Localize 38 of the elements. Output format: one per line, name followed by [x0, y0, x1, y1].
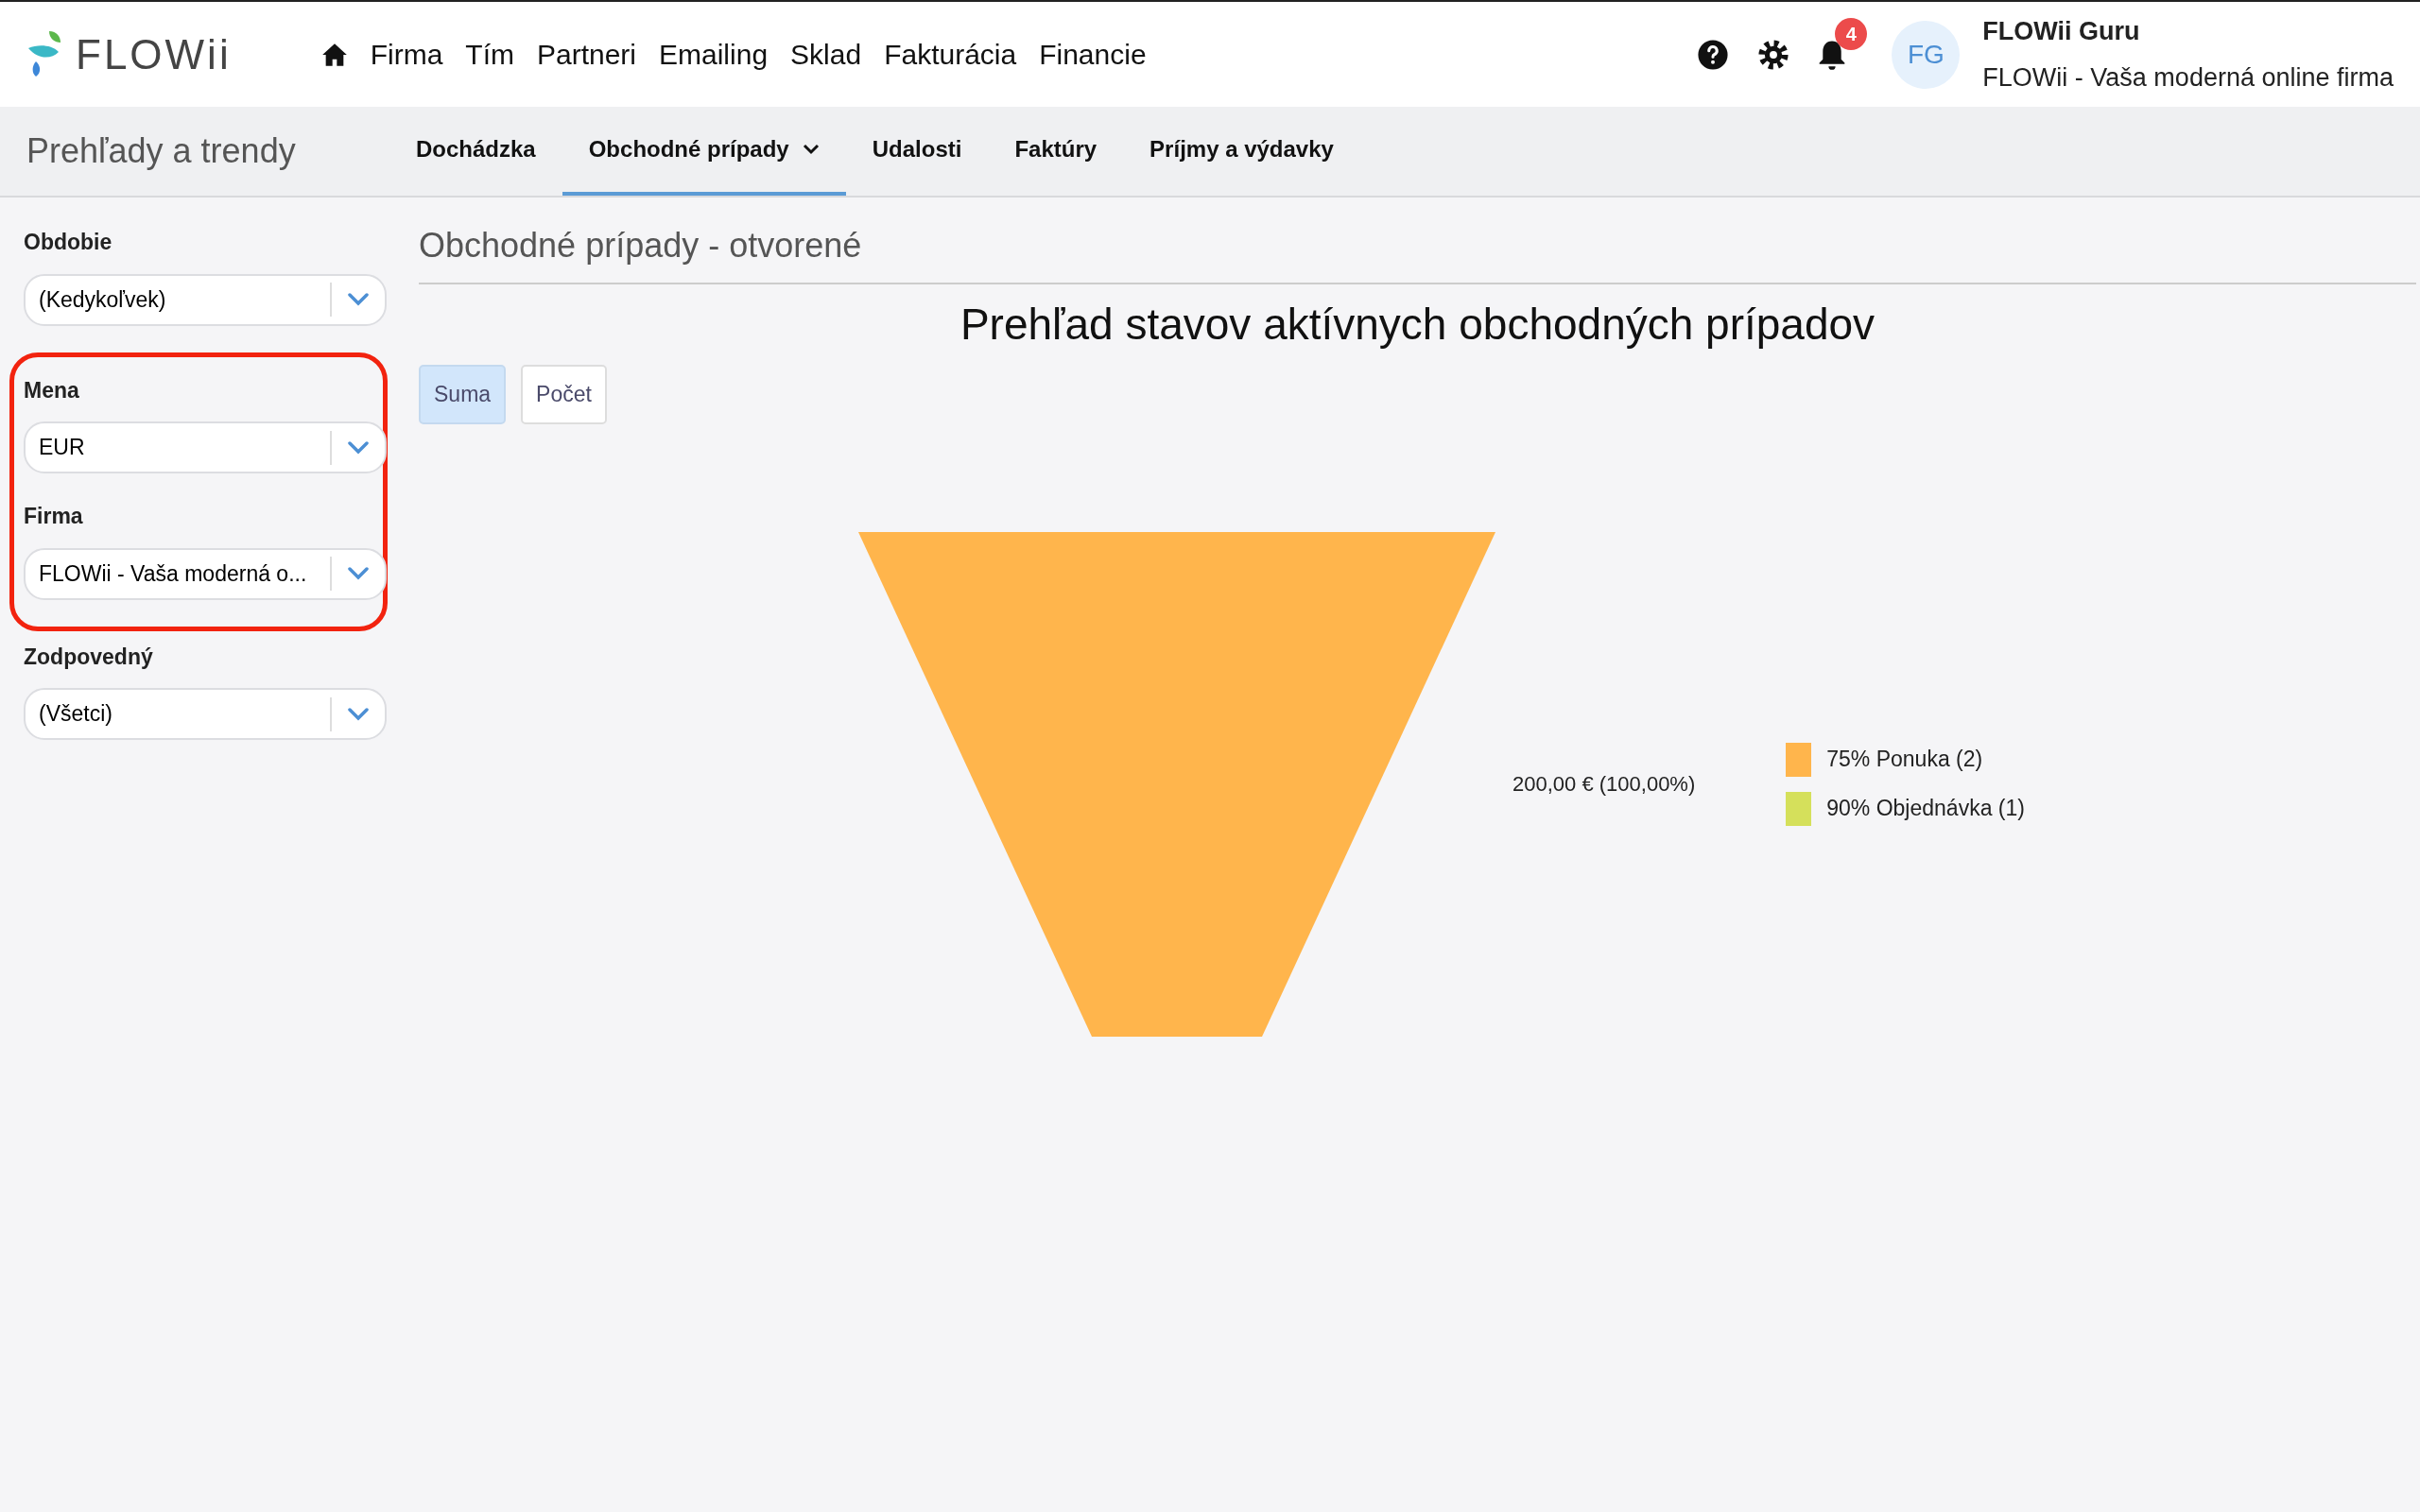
chevron-icon [348, 567, 369, 580]
nav-link[interactable]: Firma [370, 33, 443, 76]
chevron-icon [348, 293, 369, 306]
nav-link[interactable]: Financie [1039, 33, 1147, 76]
filter-label: Obdobie [24, 229, 113, 256]
nav-link[interactable]: Fakturácia [884, 33, 1017, 76]
filter-label: Firma [24, 503, 84, 530]
nav-link[interactable]: Tím [465, 33, 514, 76]
section-title: Prehľady a trendy [26, 130, 297, 172]
tab[interactable]: Faktúry [988, 107, 1124, 196]
company-name: FLOWii - Vaša moderná online firma [1982, 61, 2394, 94]
tab[interactable]: Príjmy a výdavky [1123, 107, 1360, 196]
settings-icon[interactable] [1757, 38, 1790, 71]
select-field[interactable]: EUR [24, 421, 387, 473]
chart-title: Prehľad stavov aktívnych obchodných prípadov [959, 299, 1876, 351]
nav-link[interactable]: Emailing [659, 33, 769, 76]
tab[interactable]: Dochádzka [389, 107, 562, 196]
notification-badge: 4 [1835, 17, 1868, 50]
help-icon[interactable] [1697, 38, 1730, 71]
select-field[interactable]: (Všetci) [24, 688, 387, 740]
filter-label: Zodpovedný [24, 643, 154, 671]
filter-label: Mena [24, 376, 80, 404]
report-title: Obchodné prípady - otvorené [419, 198, 2416, 284]
select-field[interactable]: FLOWii - Vaša moderná o... [24, 547, 387, 600]
chevron-icon [348, 440, 369, 455]
select-field[interactable]: (Kedykoľvek) [24, 273, 387, 326]
tab[interactable]: Udalosti [845, 107, 989, 196]
user-name: FLOWii Guru [1982, 16, 2141, 47]
chevron-icon [348, 707, 369, 721]
data-label: 200,00 € (100,00%) [1512, 771, 1696, 798]
logo-text[interactable]: FLOWii [76, 23, 232, 86]
legend-label: 90% Objednávka (1) [1826, 795, 2025, 823]
mode-button[interactable]: Počet [521, 365, 607, 424]
nav-link[interactable]: Partneri [536, 33, 636, 76]
nav-link[interactable]: Sklad [790, 33, 862, 76]
mode-button[interactable]: Suma [419, 365, 507, 424]
legend-label: 75% Ponuka (2) [1826, 746, 1983, 774]
tab[interactable]: Obchodné prípady [562, 107, 846, 196]
